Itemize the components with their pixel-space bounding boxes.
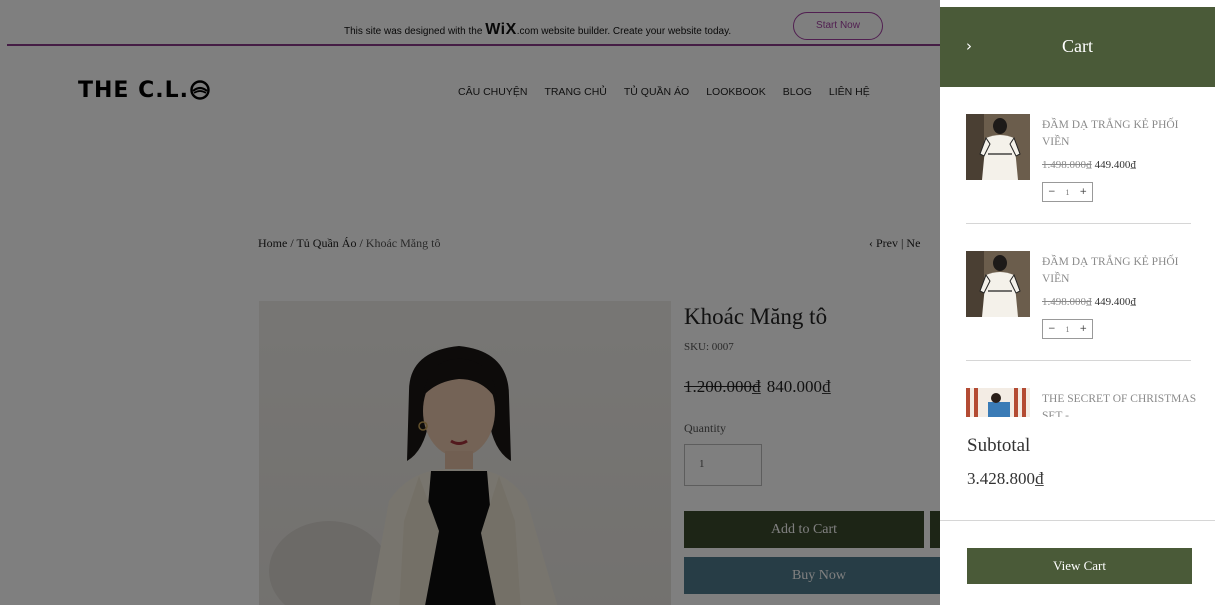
subtotal-label: Subtotal [967,435,1031,456]
cart-item-original-price: 1.498.000₫ [1042,159,1092,171]
cart-panel: › Cart ĐẦM DẠ TRẮNG KẺ PHỐI VIỀN 1.498.0… [940,7,1215,605]
page-dim-overlay[interactable] [0,0,940,605]
view-cart-button[interactable]: View Cart [967,548,1192,584]
cart-item-prices: 1.498.000₫ 449.400₫ [1042,296,1136,308]
cart-item-prices: 1.498.000₫ 449.400₫ [1042,159,1136,171]
cart-title: Cart [1062,36,1093,56]
cart-header: › Cart [940,7,1215,87]
cart-item-name[interactable]: ĐẦM DẠ TRẮNG KẺ PHỐI VIỀN [1042,254,1202,288]
cart-item-quantity[interactable]: 1 [1066,188,1070,197]
subtotal-value: 3.428.800₫ [967,469,1044,488]
christmas-set-thumbnail-image [966,388,1030,417]
cart-item-quantity[interactable]: 1 [1066,325,1070,334]
cart-item-thumbnail[interactable] [966,251,1030,317]
plus-icon[interactable]: + [1079,324,1087,334]
quantity-stepper: − 1 + [1042,319,1093,339]
cart-item-name[interactable]: THE SECRET OF CHRISTMAS SET - [1042,391,1202,417]
cart-item: THE SECRET OF CHRISTMAS SET - [940,361,1215,417]
cart-item: ĐẦM DẠ TRẮNG KẺ PHỐI VIỀN 1.498.000₫ 449.… [940,87,1215,224]
cart-item-price: 449.400₫ [1094,159,1137,171]
plus-icon[interactable]: + [1079,187,1087,197]
cart-item-price: 449.400₫ [1094,296,1137,308]
cart-footer-divider [940,520,1215,521]
cart-items-list[interactable]: ĐẦM DẠ TRẮNG KẺ PHỐI VIỀN 1.498.000₫ 449.… [940,87,1215,417]
dress-thumbnail-image [966,114,1030,180]
cart-item-thumbnail[interactable] [966,388,1030,417]
minus-icon[interactable]: − [1048,324,1056,334]
cart-item-thumbnail[interactable] [966,114,1030,180]
minus-icon[interactable]: − [1048,187,1056,197]
cart-item-original-price: 1.498.000₫ [1042,296,1092,308]
cart-item: ĐẦM DẠ TRẮNG KẺ PHỐI VIỀN 1.498.000₫ 449.… [940,224,1215,361]
cart-item-name[interactable]: ĐẦM DẠ TRẮNG KẺ PHỐI VIỀN [1042,117,1202,151]
dress-thumbnail-image [966,251,1030,317]
quantity-stepper: − 1 + [1042,182,1093,202]
